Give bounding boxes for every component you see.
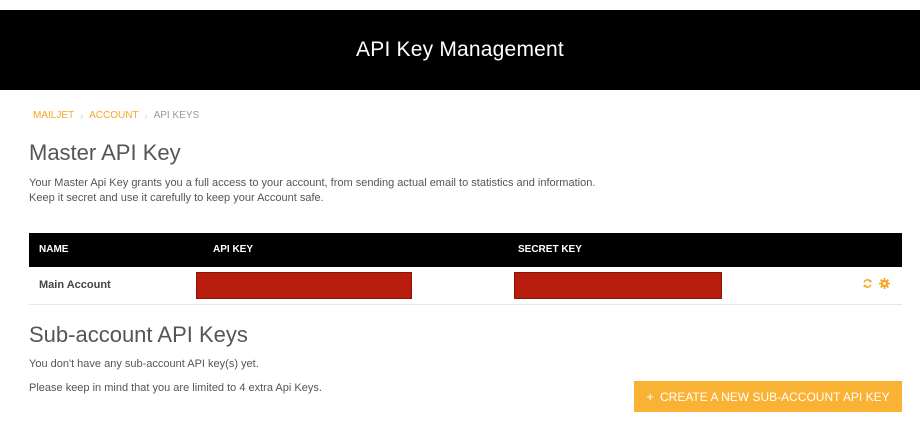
master-description-line: Your Master Api Key grants you a full ac…	[29, 177, 596, 189]
master-key-title: Master API Key	[29, 140, 181, 165]
breadcrumb-account[interactable]: ACCOUNT	[89, 110, 138, 121]
account-name: Main Account	[39, 279, 111, 291]
table-header: NAME API KEY SECRET KEY	[29, 233, 902, 267]
sub-account-limit-message: Please keep in mind that you are limited…	[29, 382, 322, 394]
column-header-name: NAME	[39, 244, 69, 255]
api-keys-table: NAME API KEY SECRET KEY Main Account	[29, 233, 902, 305]
create-sub-account-key-button[interactable]: + CREATE A NEW SUB-ACCOUNT API KEY	[634, 381, 902, 412]
page-header: API Key Management	[0, 10, 920, 90]
plus-icon: +	[646, 389, 654, 404]
breadcrumb-api-keys: API KEYS	[153, 110, 200, 121]
refresh-icon[interactable]	[862, 278, 873, 289]
secret-key-value-redacted	[514, 272, 722, 299]
row-actions	[862, 278, 890, 289]
column-header-secret-key: SECRET KEY	[518, 244, 582, 255]
master-description-line: Keep it secret and use it carefully to k…	[29, 192, 324, 204]
column-header-api-key: API KEY	[213, 244, 254, 255]
api-key-value-redacted	[196, 272, 412, 299]
breadcrumb-mailjet[interactable]: MAILJET	[33, 110, 74, 121]
page-title: API Key Management	[356, 38, 564, 61]
master-key-description: Your Master Api Key grants you a full ac…	[29, 176, 595, 206]
gear-icon[interactable]	[879, 278, 890, 289]
breadcrumb-separator: ›	[144, 110, 148, 121]
sub-account-title: Sub-account API Keys	[29, 322, 248, 347]
breadcrumb-separator: ›	[80, 110, 84, 121]
sub-account-empty-message: You don't have any sub-account API key(s…	[29, 358, 259, 370]
table-row: Main Account	[29, 267, 902, 305]
breadcrumb: MAILJET › ACCOUNT › API KEYS	[33, 110, 199, 121]
create-button-label: CREATE A NEW SUB-ACCOUNT API KEY	[659, 389, 890, 404]
